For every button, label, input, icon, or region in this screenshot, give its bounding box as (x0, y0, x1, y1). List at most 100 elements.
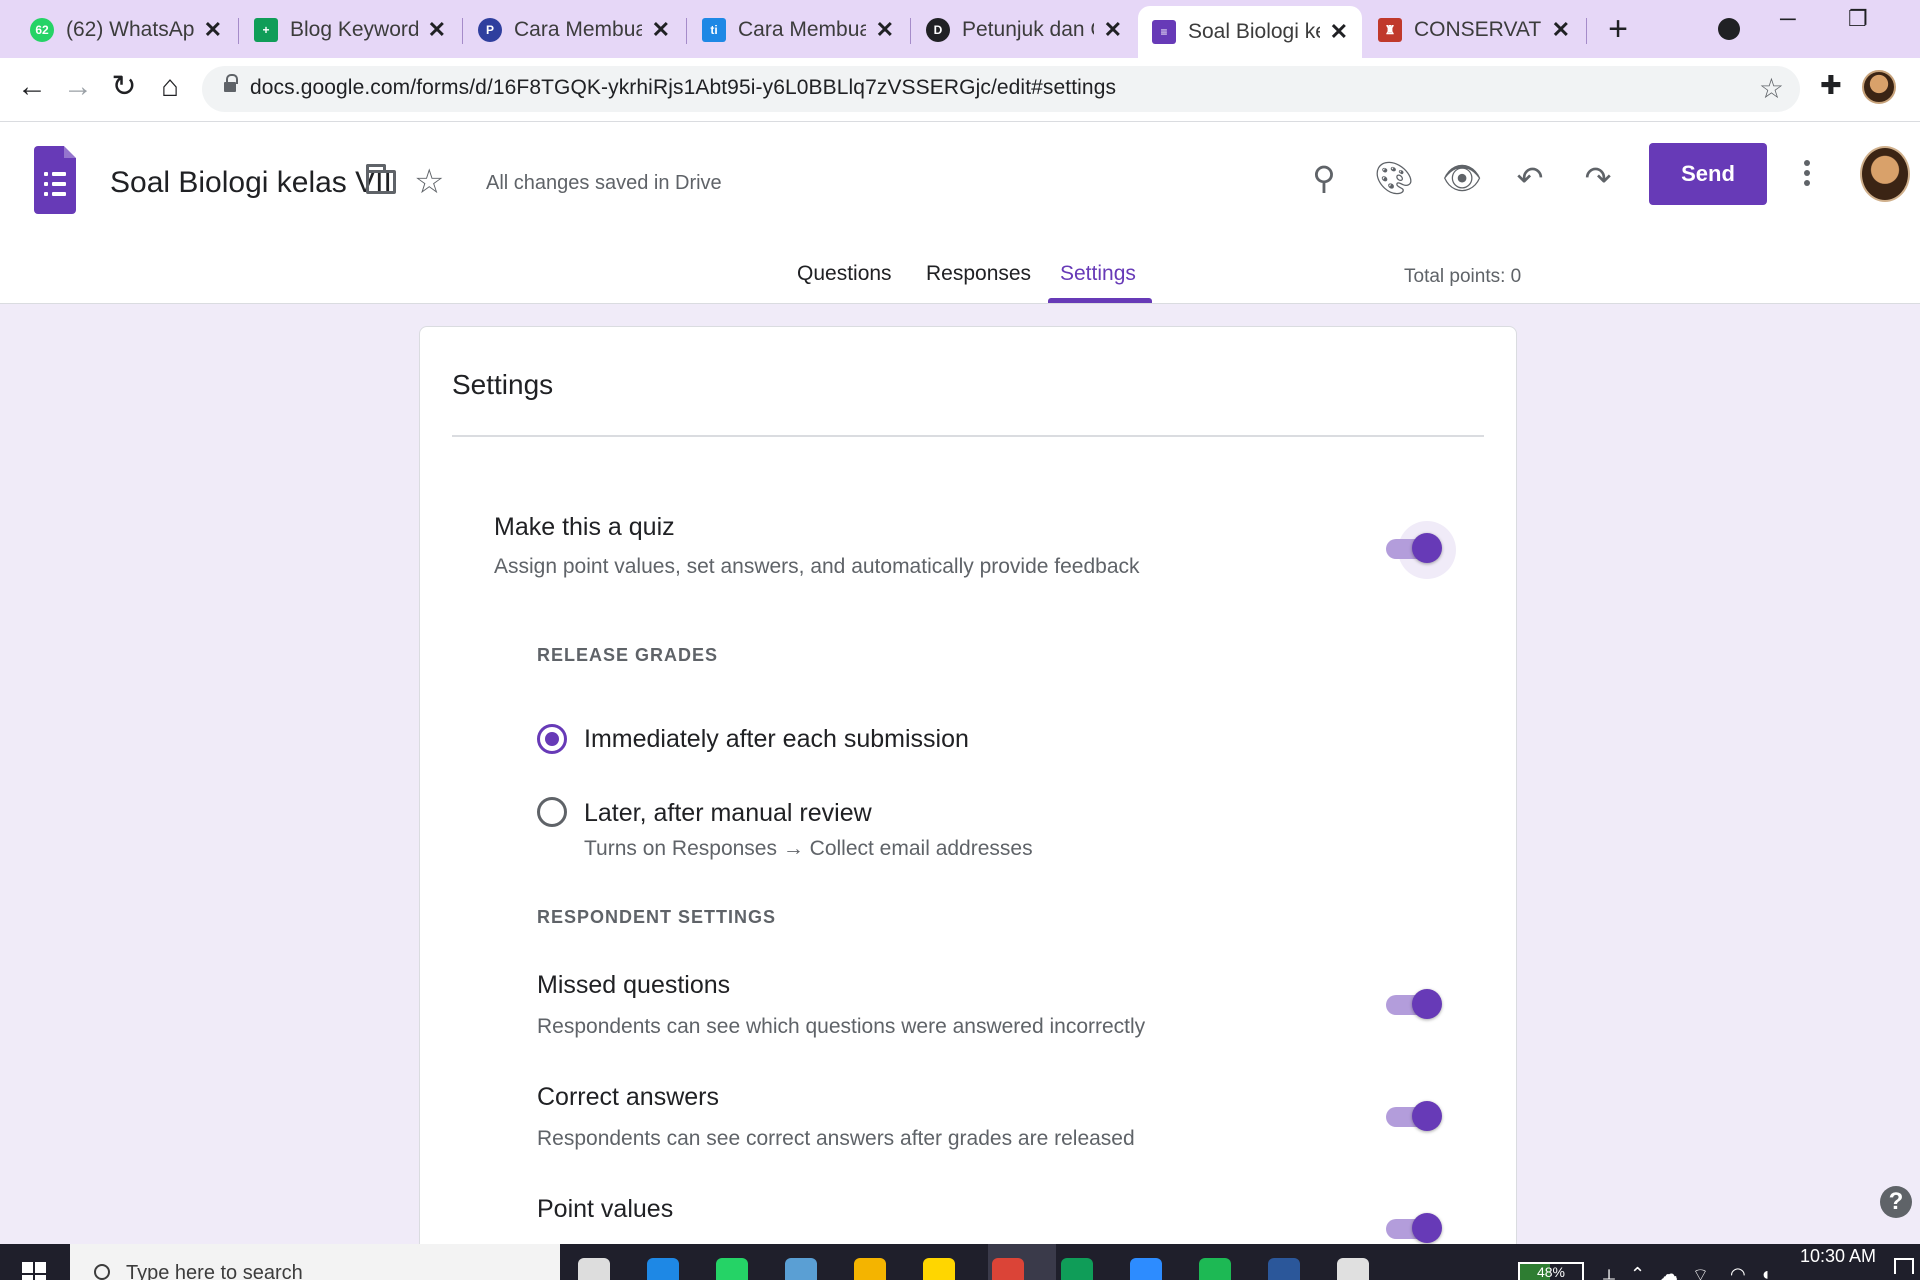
account-avatar[interactable] (1860, 146, 1910, 202)
site-d-icon: D (926, 18, 950, 42)
tab-responses[interactable]: Responses (926, 262, 1031, 286)
move-to-folder-icon[interactable] (366, 164, 396, 194)
tab-title: (62) WhatsApp (66, 18, 194, 41)
wifi-icon[interactable]: ◠ (1730, 1264, 1746, 1280)
task-view-icon[interactable] (578, 1258, 610, 1280)
tab-title: CONSERVATIONI (1414, 18, 1542, 41)
back-icon[interactable]: ← (14, 70, 50, 106)
make-quiz-toggle[interactable] (1386, 521, 1456, 579)
missed-questions-title: Missed questions (537, 971, 731, 999)
correct-answers-toggle[interactable] (1386, 1101, 1442, 1131)
help-icon[interactable]: ? (1880, 1186, 1912, 1218)
chrome-icon[interactable] (992, 1258, 1024, 1280)
volume-icon[interactable]: ◖ (1760, 1264, 1771, 1280)
battery-indicator[interactable]: 48% (1518, 1262, 1584, 1280)
forward-icon[interactable]: → (60, 70, 96, 106)
tab-questions[interactable]: Questions (797, 262, 892, 286)
profile-menu-icon[interactable] (1718, 18, 1740, 40)
forms-favicon-icon: ≡ (1152, 20, 1176, 44)
browser-tab-conservation[interactable]: ♜ CONSERVATIONI ✕ (1364, 8, 1584, 52)
tab-separator (462, 18, 463, 44)
extensions-puzzle-icon[interactable]: ✚ (1820, 70, 1842, 101)
taskbar-clock[interactable]: 10:30 AM (1800, 1246, 1876, 1267)
notifications-icon[interactable] (1894, 1258, 1914, 1274)
radio-later[interactable] (537, 797, 567, 827)
word-icon[interactable] (1268, 1258, 1300, 1280)
store-icon[interactable] (785, 1258, 817, 1280)
url-text: docs.google.com/forms/d/16F8TGQK-ykrhiRj… (250, 76, 1117, 99)
address-bar[interactable]: docs.google.com/forms/d/16F8TGQK-ykrhiRj… (202, 66, 1800, 112)
send-button[interactable]: Send (1649, 143, 1767, 205)
missed-questions-toggle[interactable] (1386, 989, 1442, 1019)
minimize-icon[interactable]: ─ (1780, 6, 1796, 32)
forms-header: Soal Biologi kelas VII ☆ All changes sav… (0, 122, 1920, 304)
close-tab-icon[interactable]: ✕ (1330, 19, 1348, 45)
reload-icon[interactable]: ↻ (106, 70, 142, 106)
tab-title: Cara Membuat Sc (514, 18, 642, 41)
paint-icon[interactable] (1337, 1258, 1369, 1280)
home-icon[interactable]: ⌂ (152, 70, 188, 106)
tab-title: Blog Keywords - G (290, 18, 418, 41)
settings-card: Settings Make this a quiz Assign point v… (419, 326, 1517, 1280)
active-tab-indicator (1048, 298, 1152, 303)
browser-tab-petunjuk[interactable]: D Petunjuk dan Car ✕ (912, 8, 1136, 52)
file-explorer-icon[interactable] (854, 1258, 886, 1280)
browser-tab-cara-membuat-1[interactable]: P Cara Membuat Sc ✕ (464, 8, 684, 52)
whatsapp-icon[interactable] (716, 1258, 748, 1280)
edge-icon[interactable] (1061, 1258, 1093, 1280)
point-values-title: Point values (537, 1195, 674, 1223)
settings-title: Settings (452, 369, 554, 400)
form-title[interactable]: Soal Biologi kelas VII (110, 166, 392, 200)
close-tab-icon[interactable]: ✕ (876, 17, 894, 43)
show-hidden-icons-chevron-icon[interactable]: ⌃ (1630, 1264, 1645, 1280)
zoom-icon[interactable] (1130, 1258, 1162, 1280)
browser-avatar[interactable] (1862, 70, 1896, 104)
point-values-toggle[interactable] (1386, 1213, 1442, 1243)
star-icon[interactable]: ☆ (414, 162, 444, 202)
close-tab-icon[interactable]: ✕ (652, 17, 670, 43)
addons-icon[interactable]: ⚲ (1302, 156, 1346, 200)
total-points: Total points: 0 (1404, 266, 1522, 287)
sticky-notes-icon[interactable] (923, 1258, 955, 1280)
bookmark-star-icon[interactable]: ☆ (1759, 72, 1784, 105)
close-tab-icon[interactable]: ✕ (1104, 17, 1122, 43)
google-forms-logo-icon[interactable] (34, 146, 76, 214)
palette-icon[interactable]: 🎨︎ (1372, 156, 1416, 200)
tab-separator (910, 18, 911, 44)
more-options-icon[interactable] (1800, 156, 1814, 196)
windows-taskbar: Type here to search 48% ⏚ ⌃ ☁ ⌔ ◠ ◖ 10:3… (0, 1244, 1920, 1280)
new-tab-button[interactable]: + (1598, 10, 1638, 50)
radio-later-label[interactable]: Later, after manual review (584, 799, 872, 828)
whatsapp-icon: 62 (30, 18, 54, 42)
divider (452, 435, 1484, 437)
radio-immediately-label[interactable]: Immediately after each submission (584, 725, 969, 754)
browser-tab-soal-biologi[interactable]: ≡ Soal Biologi kelas ✕ (1138, 6, 1362, 58)
power-plug-icon[interactable]: ⏚ (1600, 1264, 1618, 1280)
correct-answers-title: Correct answers (537, 1083, 719, 1111)
correct-answers-desc: Respondents can see correct answers afte… (537, 1127, 1135, 1150)
browser-tabstrip: 62 (62) WhatsApp ✕ + Blog Keywords - G ✕… (0, 0, 1920, 58)
close-tab-icon[interactable]: ✕ (428, 17, 446, 43)
windows-start-icon[interactable] (22, 1262, 48, 1280)
browser-tab-cara-membuat-2[interactable]: ti Cara Membuat Sc ✕ (688, 8, 908, 52)
close-tab-icon[interactable]: ✕ (204, 17, 222, 43)
network-icon[interactable]: ⌔ (1692, 1264, 1709, 1280)
close-tab-icon[interactable]: ✕ (1552, 17, 1570, 43)
redo-icon[interactable]: ↷ (1576, 156, 1620, 200)
mail-icon[interactable] (647, 1258, 679, 1280)
undo-icon[interactable]: ↶ (1508, 156, 1552, 200)
browser-tab-blog-keywords[interactable]: + Blog Keywords - G ✕ (240, 8, 460, 52)
missed-questions-desc: Respondents can see which questions were… (537, 1015, 1146, 1038)
lock-icon (224, 74, 238, 96)
spotify-icon[interactable] (1199, 1258, 1231, 1280)
tab-title: Soal Biologi kelas (1188, 20, 1320, 43)
taskbar-search-box[interactable]: Type here to search (70, 1244, 560, 1280)
search-icon (94, 1264, 110, 1280)
tab-separator (1586, 18, 1587, 44)
restore-icon[interactable]: ❐ (1848, 6, 1868, 32)
onedrive-icon[interactable]: ☁ (1660, 1264, 1678, 1280)
radio-immediately[interactable] (537, 724, 567, 754)
browser-tab-whatsapp[interactable]: 62 (62) WhatsApp ✕ (16, 8, 236, 52)
tab-settings[interactable]: Settings (1060, 262, 1136, 286)
preview-eye-icon[interactable]: 👁︎ (1440, 156, 1484, 200)
